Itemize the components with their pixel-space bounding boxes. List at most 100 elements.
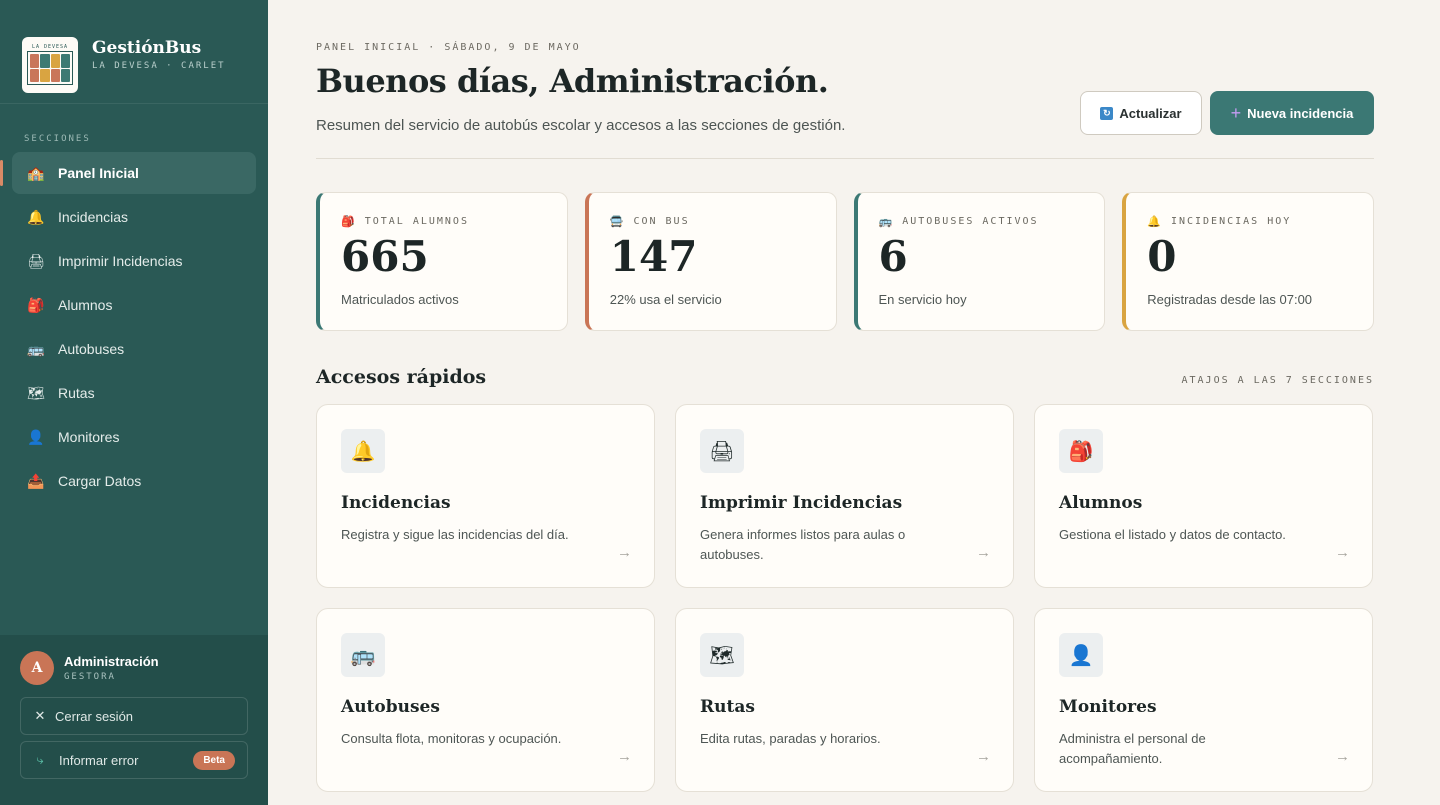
- bug-icon: ⤷: [36, 752, 44, 767]
- sidebar-nav: 🏫 Panel Inicial 🔔 Incidencias 🖨 Imprimir…: [0, 152, 268, 502]
- avatar[interactable]: A: [20, 651, 54, 685]
- breadcrumb: PANEL INICIAL · SÁBADO, 9 DE MAYO: [316, 42, 581, 53]
- map-icon: 🗺: [700, 633, 744, 677]
- bus-icon: 🚌: [341, 633, 385, 677]
- stat-value: 147: [609, 232, 698, 281]
- brand-logo[interactable]: LA DEVESA: [22, 36, 78, 93]
- arrow-right-icon: →: [1335, 544, 1350, 561]
- bell-icon: 🔔: [27, 208, 45, 225]
- sidebar-item-label: Monitores: [58, 429, 120, 445]
- logout-button[interactable]: ✕ Cerrar sesión: [20, 697, 248, 735]
- quick-card-imprimir-incidencias[interactable]: 🖨 Imprimir Incidencias Genera informes l…: [675, 404, 1014, 588]
- card-description: Genera informes listos para aulas o auto…: [700, 527, 906, 562]
- brand: LA DEVESA GestiónBus LA DEVESA · CARLET: [0, 0, 268, 104]
- logout-label: Cerrar sesión: [55, 708, 134, 724]
- quick-card-monitores[interactable]: 👤 Monitores Administra el personal de ac…: [1034, 608, 1373, 792]
- arrow-right-icon: →: [1335, 748, 1350, 765]
- stat-card-incidencias-hoy: 🔔 INCIDENCIAS HOY 0 Registradas desde las…: [1122, 192, 1374, 331]
- logo-mosaic: [27, 51, 73, 85]
- card-description: Administra el personal de acompañamiento…: [1059, 731, 1206, 766]
- sidebar: LA DEVESA GestiónBus LA DEVESA · CARLET …: [0, 0, 268, 805]
- sidebar-item-incidencias[interactable]: 🔔 Incidencias: [12, 196, 256, 238]
- bus-icon: 🚌: [27, 340, 45, 357]
- user-profile: A Administración GESTORA: [20, 651, 248, 685]
- report-error-button[interactable]: ⤷ Informar error Beta: [20, 741, 248, 779]
- person-icon: 👤: [1059, 633, 1103, 677]
- stat-label: AUTOBUSES ACTIVOS: [902, 216, 1039, 227]
- card-description: Edita rutas, paradas y horarios.: [700, 731, 881, 746]
- stat-label: CON BUS: [633, 216, 690, 227]
- quick-card-alumnos[interactable]: 🎒 Alumnos Gestiona el listado y datos de…: [1034, 404, 1373, 588]
- sidebar-item-imprimir-incidencias[interactable]: 🖨 Imprimir Incidencias: [12, 240, 256, 282]
- stat-value: 0: [1147, 232, 1177, 281]
- sidebar-item-label: Incidencias: [58, 209, 129, 225]
- refresh-label: Actualizar: [1119, 105, 1182, 121]
- arrow-right-icon: →: [976, 544, 991, 561]
- beta-badge: Beta: [193, 750, 235, 770]
- sidebar-item-panel-inicial[interactable]: 🏫 Panel Inicial: [0, 152, 256, 194]
- page-subtitle: Resumen del servicio de autobús escolar …: [316, 117, 846, 134]
- card-title: Monitores: [1059, 697, 1157, 717]
- page-title: Buenos días, Administración.: [316, 62, 829, 100]
- brand-subtitle: LA DEVESA · CARLET: [92, 61, 226, 71]
- quick-card-autobuses[interactable]: 🚌 Autobuses Consulta flota, monitoras y …: [316, 608, 655, 792]
- stat-note: Matriculados activos: [341, 292, 459, 307]
- sidebar-item-monitores[interactable]: 👤 Monitores: [12, 416, 256, 458]
- report-error-label: Informar error: [59, 752, 139, 768]
- card-title: Rutas: [700, 697, 755, 717]
- quick-access-title: Accesos rápidos: [316, 366, 487, 388]
- arrow-right-icon: →: [976, 748, 991, 765]
- sidebar-item-label: Imprimir Incidencias: [58, 253, 183, 269]
- stat-label: INCIDENCIAS HOY: [1170, 216, 1292, 227]
- backpack-icon: 🎒: [1059, 429, 1103, 473]
- backpack-icon: 🎒: [341, 215, 355, 228]
- sidebar-item-label: Panel Inicial: [58, 165, 139, 181]
- quick-access-grid: 🔔 Incidencias Registra y sigue las incid…: [316, 404, 1374, 792]
- sidebar-item-label: Rutas: [58, 385, 95, 401]
- card-title: Autobuses: [341, 697, 440, 717]
- stat-value: 6: [878, 232, 908, 281]
- sidebar-item-cargar-datos[interactable]: 📤 Cargar Datos: [12, 460, 256, 502]
- bus-front-icon: 🚍: [609, 215, 624, 228]
- stat-card-total-alumnos: 🎒 TOTAL ALUMNOS 665 Matriculados activos: [316, 192, 568, 331]
- header-divider: [316, 158, 1374, 159]
- stats-row: 🎒 TOTAL ALUMNOS 665 Matriculados activos …: [316, 192, 1374, 331]
- stat-label: TOTAL ALUMNOS: [364, 216, 469, 227]
- refresh-icon: ↻: [1100, 106, 1114, 120]
- printer-icon: 🖨: [27, 252, 45, 269]
- card-title: Alumnos: [1059, 493, 1143, 513]
- card-description: Registra y sigue las incidencias del día…: [341, 527, 569, 542]
- quick-card-rutas[interactable]: 🗺 Rutas Edita rutas, paradas y horarios.…: [675, 608, 1014, 792]
- school-icon: 🏫: [27, 164, 45, 181]
- stat-card-con-bus: 🚍 CON BUS 147 22% usa el servicio: [584, 192, 837, 331]
- user-role: GESTORA: [64, 672, 116, 682]
- stat-note: 22% usa el servicio: [609, 292, 722, 307]
- refresh-button[interactable]: ↻ Actualizar: [1080, 91, 1202, 135]
- close-icon: ✕: [34, 708, 46, 723]
- stat-value: 665: [341, 232, 429, 281]
- card-description: Consulta flota, monitoras y ocupación.: [341, 731, 562, 746]
- card-title: Incidencias: [341, 493, 451, 513]
- sidebar-footer: A Administración GESTORA ✕ Cerrar sesión…: [0, 635, 268, 805]
- card-description: Gestiona el listado y datos de contacto.: [1059, 527, 1286, 542]
- sections-label: SECCIONES: [24, 134, 91, 144]
- arrow-right-icon: →: [617, 544, 632, 561]
- sidebar-item-label: Autobuses: [58, 341, 125, 357]
- quick-access-header: Accesos rápidos ATAJOS A LAS 7 SECCIONES: [316, 366, 1374, 388]
- stat-note: Registradas desde las 07:00: [1147, 292, 1313, 307]
- sidebar-item-alumnos[interactable]: 🎒 Alumnos: [12, 284, 256, 326]
- new-incident-button[interactable]: + Nueva incidencia: [1210, 91, 1374, 135]
- quick-card-incidencias[interactable]: 🔔 Incidencias Registra y sigue las incid…: [316, 404, 655, 588]
- card-title: Imprimir Incidencias: [700, 493, 903, 513]
- sidebar-item-autobuses[interactable]: 🚌 Autobuses: [12, 328, 256, 370]
- map-icon: 🗺: [27, 384, 45, 401]
- bell-icon: 🔔: [1147, 215, 1161, 228]
- bell-icon: 🔔: [341, 429, 385, 473]
- stat-card-autobuses-activos: 🚌 AUTOBUSES ACTIVOS 6 En servicio hoy: [853, 192, 1106, 331]
- person-icon: 👤: [27, 428, 45, 445]
- sidebar-item-label: Alumnos: [58, 297, 113, 313]
- logo-text: LA DEVESA: [31, 44, 69, 50]
- stat-note: En servicio hoy: [878, 292, 967, 307]
- sidebar-item-rutas[interactable]: 🗺 Rutas: [12, 372, 256, 414]
- upload-icon: 📤: [27, 472, 45, 489]
